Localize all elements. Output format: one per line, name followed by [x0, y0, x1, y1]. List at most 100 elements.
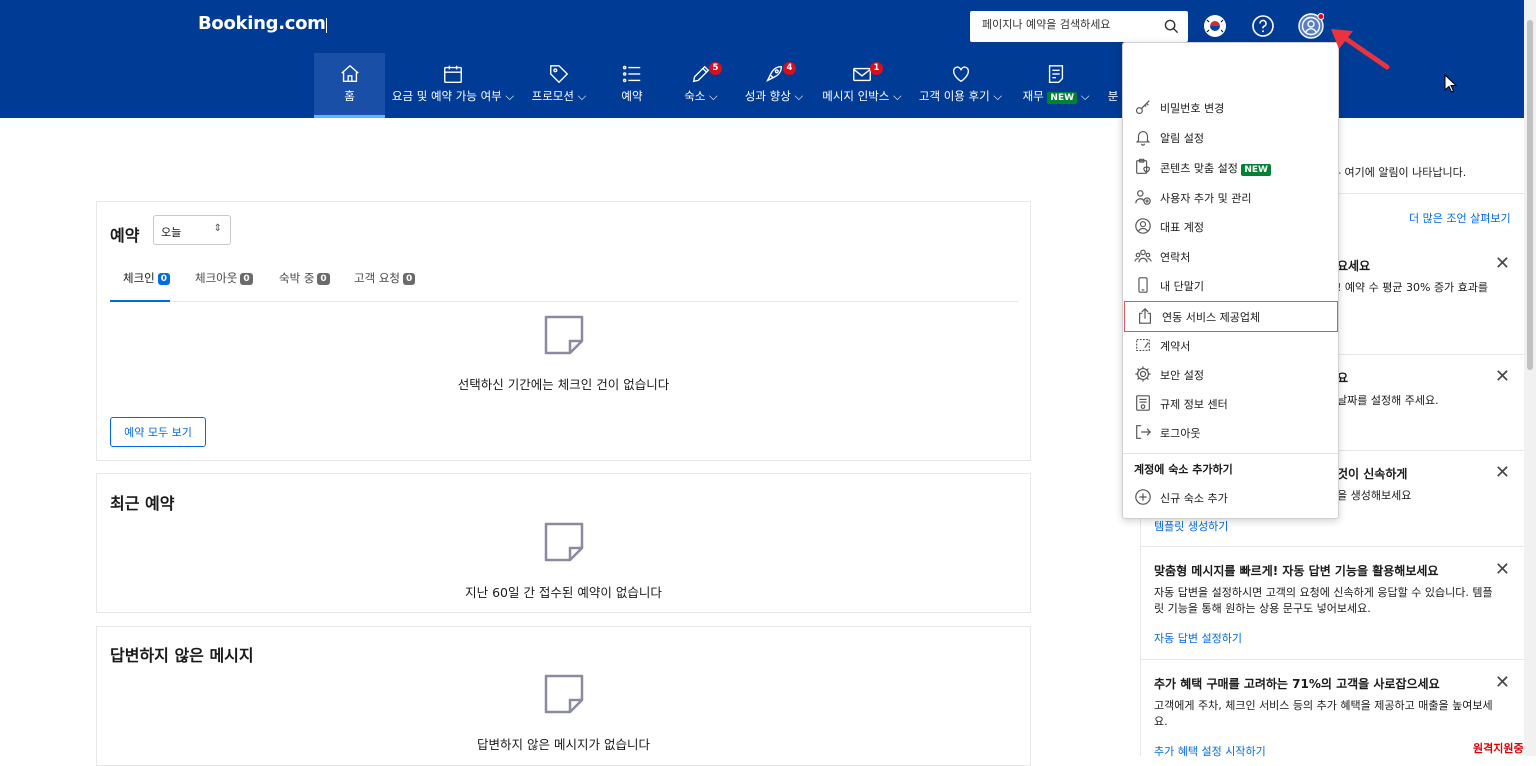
menu-item-my-devices[interactable]: 내 단말기 — [1123, 271, 1338, 299]
inbox-badge: 1 — [870, 62, 883, 75]
tip-card-4-link[interactable]: 자동 답변 설정하기 — [1154, 630, 1242, 646]
nav-promotions[interactable]: 프로모션 ⌵ — [525, 53, 593, 118]
clipboard-heart-icon — [1134, 158, 1152, 179]
menu-item-regulation-center[interactable]: 규제 정보 센터 — [1123, 389, 1338, 417]
menu-item-content-preferences[interactable]: 콘텐츠 맞춤 설정 NEW — [1123, 153, 1338, 181]
tab-checkout[interactable]: 체크아웃 0 — [195, 270, 253, 286]
menu-item-security-settings[interactable]: 보안 설정 — [1123, 360, 1338, 388]
search-input[interactable] — [982, 18, 1152, 31]
period-select-value: 오늘 — [161, 226, 182, 239]
nav-rates-label: 요금 및 예약 가능 여부 ⌵ — [391, 89, 515, 103]
nav-reviews[interactable]: 고객 이용 후기 ⌵ — [918, 53, 1003, 118]
contract-icon — [1134, 336, 1152, 357]
close-icon[interactable]: ✕ — [1495, 462, 1510, 483]
nav-analytics-label: 분 — [1107, 89, 1119, 103]
close-icon[interactable]: ✕ — [1495, 253, 1510, 274]
menu-item-label: 연동 서비스 제공업체 — [1162, 311, 1261, 324]
more-tips-link[interactable]: 더 많은 조언 살펴보기 — [1409, 210, 1511, 226]
scrollbar-thumb[interactable] — [1527, 20, 1533, 370]
menu-item-contacts[interactable]: 연락처 — [1123, 242, 1338, 270]
menu-item-label: 대표 계정 — [1160, 221, 1204, 234]
tip-card-3-text: 을 생성해보세요 — [1337, 489, 1412, 502]
menu-item-label: 계약서 — [1160, 340, 1191, 353]
menu-item-user-management[interactable]: 사용자 추가 및 관리 — [1123, 183, 1338, 211]
menu-item-label: 연락처 — [1160, 251, 1191, 264]
nav-home[interactable]: 홈 — [314, 53, 385, 118]
search-box — [970, 11, 1188, 42]
menu-item-add-new-property[interactable]: 신규 숙소 추가 — [1123, 483, 1338, 511]
close-icon[interactable]: ✕ — [1495, 559, 1510, 580]
menu-item-label: 규제 정보 센터 — [1160, 398, 1228, 411]
panel-divider — [1141, 546, 1524, 547]
nav-rates-availability[interactable]: 요금 및 예약 가능 여부 ⌵ — [390, 53, 516, 118]
contacts-icon — [1134, 247, 1152, 268]
tip-card-4-text: 자동 답변을 설정하시면 고객의 요청에 신속하게 응답할 수 있습니다. 템플… — [1154, 586, 1493, 615]
nav-performance-label: 성과 향상 ⌵ — [744, 89, 804, 103]
tab-guest-requests-label: 고객 요청 — [354, 271, 400, 285]
language-flag-icon[interactable] — [1203, 14, 1227, 38]
empty-note-icon — [543, 521, 585, 567]
menu-item-label: 내 단말기 — [1160, 280, 1204, 293]
home-icon — [339, 63, 361, 88]
close-icon[interactable]: ✕ — [1495, 672, 1510, 693]
list-icon — [621, 63, 643, 88]
menu-item-change-password[interactable]: 비밀번호 변경 — [1123, 93, 1338, 121]
phone-icon — [1134, 276, 1152, 297]
recent-title: 최근 예약 — [110, 494, 175, 513]
menu-item-primary-account[interactable]: 대표 계정 — [1123, 212, 1338, 240]
search-icon[interactable] — [1164, 19, 1179, 38]
remote-support-label: 원격지원중 — [1473, 742, 1524, 755]
menu-item-label: 알림 설정 — [1160, 132, 1204, 145]
tab-checkout-label: 체크아웃 — [195, 271, 238, 285]
nav-finance[interactable]: 재무 NEW ⌵ — [1016, 53, 1096, 118]
panel-divider — [1141, 659, 1524, 660]
select-arrows-icon: ⇕ — [213, 223, 222, 234]
nav-analytics[interactable]: 분 — [1104, 53, 1122, 118]
tip-card-3-title: 것이 신속하게 — [1337, 467, 1408, 481]
tip-card-3-link[interactable]: 템플릿 생성하기 — [1154, 518, 1228, 534]
notification-notice: - 여기에 알림이 나타납니다. — [1337, 166, 1467, 179]
period-select[interactable]: 오늘 ⇕ — [153, 215, 231, 245]
content-new-badge: NEW — [1241, 164, 1271, 176]
help-icon[interactable] — [1251, 14, 1275, 38]
menu-item-logout[interactable]: 로그아웃 — [1123, 418, 1338, 446]
close-icon[interactable]: ✕ — [1495, 366, 1510, 387]
tab-checkin[interactable]: 체크인 0 — [123, 270, 171, 286]
unanswered-messages-card: 답변하지 않은 메시지 답변하지 않은 메시지가 없습니다 — [96, 626, 1031, 766]
account-icon[interactable] — [1298, 13, 1325, 39]
nav-inbox[interactable]: 1 메시지 인박스 ⌵ — [821, 53, 903, 118]
nav-inbox-label: 메시지 인박스 ⌵ — [822, 89, 902, 103]
tab-staying[interactable]: 숙박 중0 — [279, 270, 330, 286]
view-all-reservations-button[interactable]: 예약 모두 보기 — [110, 417, 206, 447]
heart-icon — [950, 63, 972, 88]
tip-card-4-title: 맞춤형 메시지를 빠르게! 자동 답변 기능을 활용해보세요 — [1154, 564, 1439, 578]
mouse-cursor-icon — [1444, 74, 1458, 93]
checkin-empty-message: 선택하신 기간에는 체크인 건이 없습니다 — [457, 377, 670, 392]
tab-staying-count: 0 — [317, 273, 330, 285]
menu-item-label: 콘텐츠 맞춤 설정 — [1160, 162, 1238, 175]
booking-logo[interactable]: Booking.com — [198, 13, 326, 34]
key-icon — [1134, 98, 1152, 119]
tab-checkout-count: 0 — [240, 273, 253, 285]
menu-item-contract[interactable]: 계약서 — [1123, 331, 1338, 359]
annotation-arrow-icon — [1331, 29, 1390, 70]
menu-item-notification-settings[interactable]: 알림 설정 — [1123, 123, 1338, 151]
tip-card-1-text: ! 예약 수 평균 30% 증가 효과를 — [1337, 281, 1489, 294]
tip-card-2-text: 날짜를 설정해 주세요. — [1337, 394, 1439, 407]
logo-divider — [326, 18, 327, 33]
nav-property[interactable]: 5 숙소 ⌵ — [676, 53, 726, 118]
share-icon — [1136, 307, 1154, 328]
menu-item-connectivity-providers[interactable]: 연동 서비스 제공업체 — [1124, 301, 1338, 332]
nav-performance[interactable]: 4 성과 향상 ⌵ — [743, 53, 805, 118]
bell-icon — [1134, 128, 1152, 149]
menu-item-label: 비밀번호 변경 — [1160, 102, 1225, 115]
menu-item-label: 신규 숙소 추가 — [1160, 492, 1228, 505]
nav-reservations[interactable]: 예약 — [606, 53, 658, 118]
account-circle-icon — [1134, 217, 1152, 238]
tab-guest-requests[interactable]: 고객 요청 0 — [354, 270, 416, 286]
reservations-card: 예약 오늘 ⇕ 체크인 0 체크아웃 0 숙박 중0 고객 요청 0 선택하신 기간에… — [96, 201, 1031, 461]
menu-item-label: 로그아웃 — [1160, 427, 1201, 440]
tag-icon — [548, 63, 570, 88]
tip-card-1-title: 요세요 — [1337, 259, 1371, 273]
tip-card-5-link[interactable]: 추가 혜택 설정 시작하기 — [1154, 743, 1266, 759]
